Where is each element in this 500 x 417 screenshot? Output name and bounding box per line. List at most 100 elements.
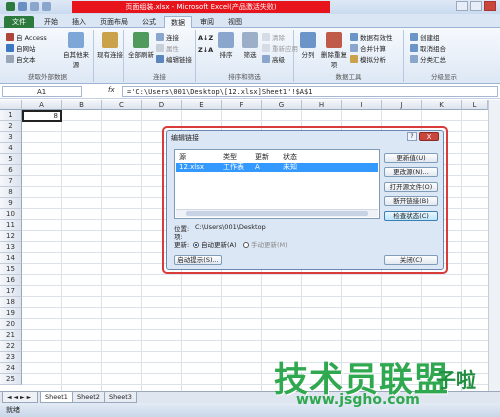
sheet-nav-arrows[interactable]: ◄ ◄ ► ► [2, 392, 38, 403]
row-header[interactable]: 14 [0, 253, 22, 264]
close-button[interactable] [484, 1, 496, 11]
tab-formulas[interactable]: 公式 [136, 16, 162, 28]
column-header[interactable]: F [222, 100, 262, 110]
row-header[interactable]: 17 [0, 286, 22, 297]
tab-home[interactable]: 开始 [38, 16, 64, 28]
close-dialog-button[interactable]: 关闭(C) [384, 255, 438, 265]
row-header[interactable]: 24 [0, 363, 22, 374]
sheet-tab-sheet1[interactable]: Sheet1 [40, 392, 73, 403]
cell-a1[interactable]: 8 [22, 110, 62, 122]
check-status-button[interactable]: 检查状态(C) [384, 211, 438, 221]
list-item[interactable] [176, 163, 378, 172]
row-header[interactable]: 16 [0, 275, 22, 286]
row-header[interactable]: 3 [0, 132, 22, 143]
formula-input[interactable]: ='C:\Users\001\Desktop\[12.xlsx]Sheet1'!… [122, 86, 498, 97]
manual-update-radio[interactable]: 手动更新(M) [243, 239, 288, 249]
save-icon[interactable] [18, 2, 27, 11]
sheet-tab-sheet2[interactable]: Sheet2 [72, 392, 105, 403]
row-header[interactable]: 13 [0, 242, 22, 253]
ungroup-button[interactable]: 取消组合 [410, 43, 446, 53]
sort-button[interactable]: 排序 [214, 32, 238, 59]
row-header[interactable]: 21 [0, 330, 22, 341]
row-header[interactable]: 9 [0, 198, 22, 209]
row-header[interactable]: 6 [0, 165, 22, 176]
tab-review[interactable]: 审阅 [194, 16, 220, 28]
tab-page-layout[interactable]: 页面布局 [94, 16, 134, 28]
column-header[interactable]: H [302, 100, 342, 110]
tab-view[interactable]: 视图 [222, 16, 248, 28]
row-header[interactable]: 18 [0, 297, 22, 308]
edit-links-button[interactable]: 编辑链接 [156, 54, 192, 64]
maximize-button[interactable] [470, 1, 482, 11]
minimize-button[interactable] [456, 1, 468, 11]
column-header[interactable]: B [62, 100, 102, 110]
auto-update-radio[interactable]: 自动更新(A) [193, 239, 237, 249]
column-header[interactable]: D [142, 100, 182, 110]
group-button[interactable]: 创建组 [410, 32, 440, 42]
startup-prompt-button[interactable]: 启动提示(S)... [174, 255, 222, 265]
redo-icon[interactable] [42, 2, 51, 11]
column-header[interactable]: I [342, 100, 382, 110]
undo-icon[interactable] [30, 2, 39, 11]
row-header[interactable]: 8 [0, 187, 22, 198]
advanced-button[interactable]: 高级 [262, 54, 285, 64]
row-header[interactable]: 11 [0, 220, 22, 231]
row-header[interactable]: 5 [0, 154, 22, 165]
tab-file[interactable]: 文件 [4, 16, 34, 28]
row-header[interactable]: 10 [0, 209, 22, 220]
sort-asc-button[interactable]: A↓Z [198, 34, 213, 42]
from-text-button[interactable]: 自文本 [6, 54, 36, 64]
list-hscrollbar[interactable] [176, 209, 378, 217]
row-header[interactable]: 15 [0, 264, 22, 275]
update-values-button[interactable]: 更新值(U) [384, 153, 438, 163]
select-all-corner[interactable] [0, 100, 22, 110]
column-header[interactable]: E [182, 100, 222, 110]
vertical-scrollbar[interactable] [488, 100, 500, 391]
remove-duplicates-button[interactable]: 删除重复项 [320, 32, 348, 69]
help-button[interactable]: ? [407, 132, 417, 141]
row-header[interactable]: 2 [0, 121, 22, 132]
row-header[interactable]: 1 [0, 110, 22, 121]
column-header[interactable]: J [382, 100, 422, 110]
from-other-sources-button[interactable]: 自其他来源 [60, 32, 92, 69]
column-header[interactable]: K [422, 100, 462, 110]
row-header[interactable]: 7 [0, 176, 22, 187]
consolidate-button[interactable]: 合并计算 [350, 43, 386, 53]
reapply-button[interactable]: 重新应用 [262, 43, 298, 53]
change-source-button[interactable]: 更改源(N)... [384, 167, 438, 177]
existing-connections-button[interactable]: 现有连接 [96, 32, 124, 59]
column-header[interactable]: A [22, 100, 62, 110]
what-if-analysis-button[interactable]: 模拟分析 [350, 54, 386, 64]
column-header[interactable]: C [102, 100, 142, 110]
row-header[interactable]: 23 [0, 352, 22, 363]
column-header[interactable]: G [262, 100, 302, 110]
refresh-all-button[interactable]: 全部刷新 [126, 32, 156, 59]
connections-button[interactable]: 连接 [156, 32, 179, 42]
text-to-columns-button[interactable]: 分列 [296, 32, 320, 59]
name-box[interactable]: A1 [2, 86, 82, 97]
row-header[interactable]: 25 [0, 374, 22, 385]
row-header[interactable]: 20 [0, 319, 22, 330]
tab-data[interactable]: 数据 [164, 16, 192, 28]
column-header[interactable]: L [462, 100, 488, 110]
scroll-thumb[interactable] [186, 211, 368, 216]
fx-icon[interactable]: fx [108, 86, 115, 94]
row-header[interactable]: 22 [0, 341, 22, 352]
row-header[interactable]: 19 [0, 308, 22, 319]
from-web-button[interactable]: 自网站 [6, 43, 36, 53]
clear-button[interactable]: 清除 [262, 32, 285, 42]
subtotal-button[interactable]: 分类汇总 [410, 54, 446, 64]
row-header[interactable]: 4 [0, 143, 22, 154]
row-header[interactable]: 12 [0, 231, 22, 242]
sheet-tab-sheet3[interactable]: Sheet3 [104, 392, 137, 403]
open-source-button[interactable]: 打开源文件(O) [384, 182, 438, 192]
from-access-button[interactable]: 自 Access [6, 32, 47, 42]
sort-desc-button[interactable]: Z↓A [198, 46, 213, 54]
dialog-close-button[interactable]: X [419, 132, 439, 141]
break-link-button[interactable]: 断开链接(B) [384, 196, 438, 206]
filter-button[interactable]: 筛选 [238, 32, 262, 59]
data-validation-button[interactable]: 数据有效性 [350, 32, 393, 42]
tab-insert[interactable]: 插入 [66, 16, 92, 28]
properties-button[interactable]: 属性 [156, 43, 179, 53]
links-list[interactable]: 源 类型 更新 状态 12.xlsx 工作表 A 未知 [174, 149, 380, 219]
